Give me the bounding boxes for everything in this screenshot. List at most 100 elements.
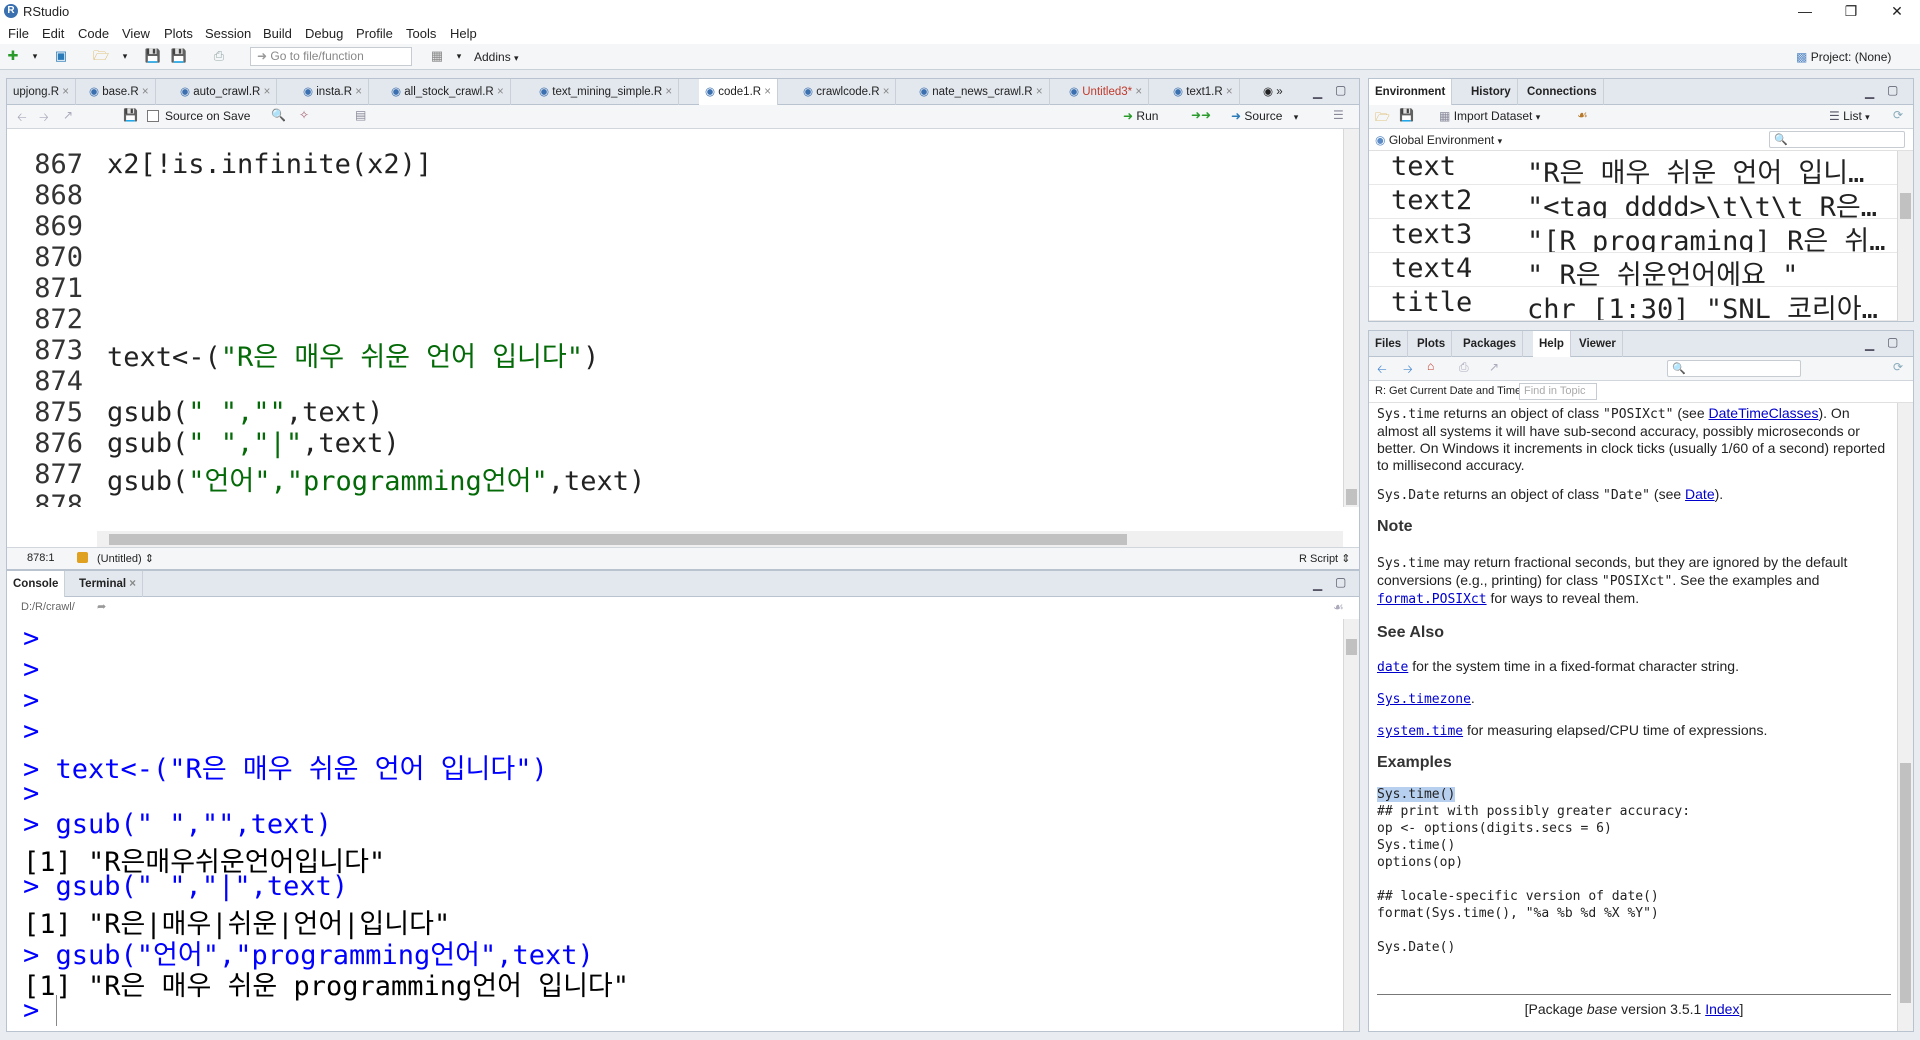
environment-scope-selector[interactable]: ◉ Global Environment ▾ bbox=[1375, 133, 1502, 147]
code-area[interactable]: 867 x2[!is.infinite(x2)] 868 869 870 871… bbox=[7, 129, 1343, 507]
project-menu[interactable]: ▩ Project: (None) bbox=[1796, 50, 1891, 64]
new-project-icon[interactable]: ▣ bbox=[52, 48, 70, 64]
console-vertical-scrollbar[interactable] bbox=[1343, 619, 1359, 1031]
menu-build[interactable]: Build bbox=[263, 26, 292, 41]
new-file-dropdown-icon[interactable]: ▾ bbox=[26, 48, 44, 64]
environment-search-input[interactable]: 🔍 bbox=[1769, 131, 1905, 148]
menu-file[interactable]: File bbox=[8, 26, 29, 41]
scrollbar-thumb[interactable] bbox=[109, 534, 1127, 545]
save-file-icon[interactable]: 💾 bbox=[123, 108, 138, 122]
scope-selector[interactable]: (Untitled) ⇕ bbox=[97, 552, 154, 565]
tab-close-icon[interactable]: × bbox=[264, 86, 271, 98]
grid-layout-icon[interactable]: ▦ bbox=[428, 48, 446, 64]
tab-close-icon[interactable]: × bbox=[1036, 86, 1043, 98]
go-to-file-input[interactable]: ➜ Go to file/function bbox=[250, 47, 412, 66]
menu-view[interactable]: View bbox=[122, 26, 150, 41]
help-link-index[interactable]: Index bbox=[1705, 1001, 1739, 1017]
clear-console-icon[interactable]: ☙ bbox=[1333, 600, 1344, 614]
open-dropdown-icon[interactable]: ▾ bbox=[116, 48, 134, 64]
back-arrow-icon[interactable]: 🡠 bbox=[1377, 360, 1387, 381]
help-link-format-posixct[interactable]: format.POSIXct bbox=[1377, 592, 1487, 607]
menu-code[interactable]: Code bbox=[78, 26, 109, 41]
menu-help[interactable]: Help bbox=[450, 26, 477, 41]
menu-debug[interactable]: Debug bbox=[305, 26, 343, 41]
help-scrollbar[interactable] bbox=[1897, 403, 1913, 1031]
editor-horizontal-scrollbar[interactable] bbox=[97, 531, 1343, 547]
editor-vertical-scrollbar[interactable] bbox=[1343, 129, 1359, 507]
load-workspace-icon[interactable]: 🗁 bbox=[1375, 108, 1390, 129]
save-all-icon[interactable]: 💾 bbox=[170, 48, 188, 64]
layout-dropdown-icon[interactable]: ▾ bbox=[450, 48, 468, 64]
forward-arrow-icon[interactable]: 🡢 bbox=[39, 108, 49, 129]
run-button[interactable]: ➜ Run bbox=[1123, 109, 1158, 123]
maximize-pane-icon[interactable]: ▢ bbox=[1887, 83, 1898, 97]
variable-row[interactable]: title chr [1:30] "SNL 코리아… bbox=[1369, 287, 1897, 321]
environment-scrollbar[interactable] bbox=[1897, 151, 1913, 321]
variable-row[interactable]: text "R은 매우 쉬운 언어 입니… bbox=[1369, 151, 1897, 185]
menu-profile[interactable]: Profile bbox=[356, 26, 393, 41]
tab-close-icon[interactable]: × bbox=[1226, 86, 1233, 98]
close-icon[interactable]: ✕ bbox=[1874, 0, 1920, 24]
home-icon[interactable]: ⌂ bbox=[1427, 359, 1434, 373]
compile-report-icon[interactable]: ▤ bbox=[355, 108, 366, 122]
print-icon[interactable]: ⎙ bbox=[1459, 360, 1469, 375]
outline-icon[interactable]: ☰ bbox=[1333, 108, 1344, 122]
tab-plots[interactable]: Plots bbox=[1411, 331, 1453, 357]
help-link-date[interactable]: Date bbox=[1685, 486, 1715, 502]
source-button[interactable]: ➜ Source ▾ bbox=[1231, 109, 1298, 123]
tab-close-icon[interactable]: × bbox=[764, 86, 771, 98]
search-icon[interactable]: 🔍 bbox=[271, 108, 286, 122]
help-link-system-time[interactable]: system.time bbox=[1377, 724, 1463, 739]
open-file-icon[interactable]: 🗁 bbox=[92, 48, 110, 64]
tab-auto-crawl[interactable]: ◉ auto_crawl.R × bbox=[174, 79, 278, 105]
scrollbar-thumb[interactable] bbox=[1900, 763, 1911, 1003]
tab-code1[interactable]: ◉ code1.R × bbox=[699, 79, 779, 106]
tab-close-icon[interactable]: × bbox=[665, 86, 672, 98]
minimize-pane-icon[interactable]: ▁ bbox=[1313, 85, 1322, 99]
import-dataset-button[interactable]: ▦ Import Dataset ▾ bbox=[1439, 109, 1540, 123]
tab-close-icon[interactable]: × bbox=[142, 86, 149, 98]
scrollbar-thumb[interactable] bbox=[1346, 639, 1357, 655]
scrollbar-thumb[interactable] bbox=[1900, 193, 1911, 219]
file-type-selector[interactable]: R Script ⇕ bbox=[1299, 552, 1350, 565]
new-file-icon[interactable]: ✚ bbox=[4, 48, 22, 64]
maximize-pane-icon[interactable]: ▢ bbox=[1887, 335, 1898, 349]
scrollbar-thumb[interactable] bbox=[1346, 489, 1357, 505]
tab-text-mining-simple[interactable]: ◉ text_mining_simple.R × bbox=[533, 79, 680, 105]
source-on-save-checkbox[interactable] bbox=[147, 110, 159, 122]
variable-row[interactable]: text4 " R은 쉬운언어에요 " bbox=[1369, 253, 1897, 287]
tab-upjong[interactable]: upjong.R × bbox=[7, 79, 76, 105]
tab-viewer[interactable]: Viewer bbox=[1573, 331, 1623, 357]
tab-close-icon[interactable]: × bbox=[1135, 86, 1142, 98]
tab-close-icon[interactable]: × bbox=[62, 86, 69, 98]
broom-icon[interactable]: ☙ bbox=[1577, 108, 1588, 122]
variable-row[interactable]: text2 "<tag dddd>\t\t\t R은… bbox=[1369, 185, 1897, 219]
maximize-pane-icon[interactable]: ▢ bbox=[1335, 83, 1346, 97]
tab-text1[interactable]: ◉ text1.R × bbox=[1167, 79, 1240, 105]
tab-crawlcode[interactable]: ◉ crawlcode.R × bbox=[797, 79, 897, 105]
tab-untitled3[interactable]: ◉ Untitled3* × bbox=[1063, 79, 1150, 105]
tab-all-stock-crawl[interactable]: ◉ all_stock_crawl.R × bbox=[385, 79, 511, 105]
menu-edit[interactable]: Edit bbox=[42, 26, 64, 41]
menu-plots[interactable]: Plots bbox=[164, 26, 193, 41]
maximize-pane-icon[interactable]: ▢ bbox=[1335, 575, 1346, 589]
code-tools-icon[interactable]: ✧ bbox=[299, 108, 309, 122]
working-directory[interactable]: D:/R/crawl/ bbox=[21, 601, 75, 613]
find-in-topic-input[interactable]: Find in Topic bbox=[1519, 383, 1597, 400]
tab-packages[interactable]: Packages bbox=[1457, 331, 1524, 357]
go-to-directory-icon[interactable]: ➦ bbox=[97, 600, 106, 613]
menu-session[interactable]: Session bbox=[205, 26, 251, 41]
addins-button[interactable]: Addins ▾ bbox=[474, 50, 519, 64]
rerun-icon[interactable]: ➜➜ bbox=[1191, 108, 1211, 122]
minimize-pane-icon[interactable]: ▁ bbox=[1865, 85, 1874, 99]
back-arrow-icon[interactable]: 🡠 bbox=[17, 108, 27, 129]
maximize-icon[interactable]: ❐ bbox=[1828, 0, 1874, 24]
minimize-pane-icon[interactable]: ▁ bbox=[1865, 337, 1874, 351]
help-link-datetimeclasses[interactable]: DateTimeClasses bbox=[1709, 405, 1819, 421]
refresh-icon[interactable]: ⟳ bbox=[1893, 108, 1903, 122]
tab-terminal[interactable]: Terminal × bbox=[73, 571, 143, 597]
tab-base[interactable]: ◉ base.R × bbox=[83, 79, 156, 105]
tab-close-icon[interactable]: × bbox=[497, 86, 504, 98]
minimize-icon[interactable]: — bbox=[1782, 0, 1828, 24]
refresh-icon[interactable]: ⟳ bbox=[1893, 360, 1903, 374]
